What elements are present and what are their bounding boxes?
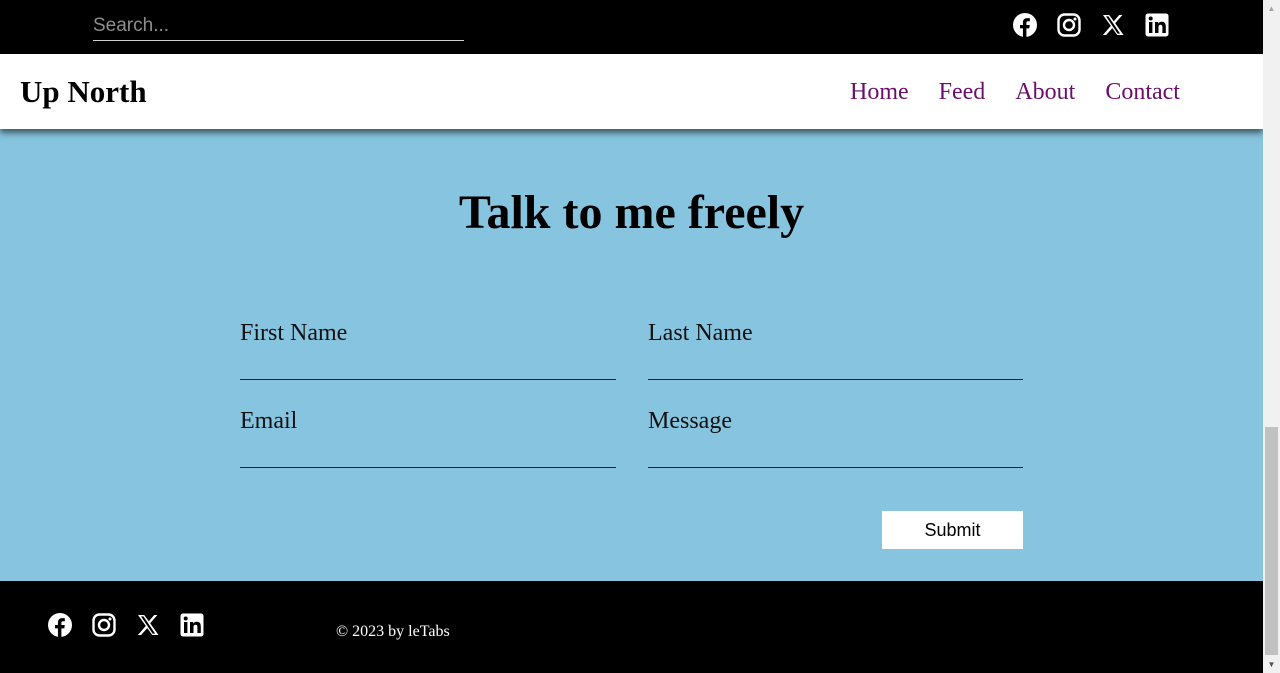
x-icon[interactable] — [1101, 11, 1125, 39]
page: Up North Home Feed About Contact Talk to… — [0, 0, 1263, 673]
page-scrollbar[interactable]: ▲ ▼ — [1263, 0, 1280, 673]
copyright-text: © 2023 by leTabs — [336, 623, 450, 640]
facebook-icon[interactable] — [48, 611, 72, 639]
site-footer: © 2023 by leTabs — [0, 581, 1263, 673]
main-nav: Home Feed About Contact — [850, 79, 1180, 106]
footer-social-links — [48, 611, 204, 639]
scroll-up-arrow-icon[interactable]: ▲ — [1263, 0, 1280, 17]
scroll-down-arrow-icon[interactable]: ▼ — [1263, 656, 1280, 673]
message-label: Message — [648, 408, 732, 434]
top-bar — [0, 0, 1263, 54]
submit-button[interactable]: Submit — [882, 511, 1023, 549]
linkedin-icon[interactable] — [1145, 11, 1169, 39]
site-logo[interactable]: Up North — [20, 74, 147, 110]
first-name-group: First Name — [240, 320, 616, 380]
email-label: Email — [240, 408, 298, 434]
message-group: Message — [648, 408, 1023, 468]
nav-home[interactable]: Home — [850, 79, 909, 106]
nav-about[interactable]: About — [1015, 79, 1075, 106]
instagram-icon[interactable] — [1057, 11, 1081, 39]
last-name-field[interactable] — [648, 350, 1023, 380]
search-input[interactable] — [93, 12, 464, 41]
linkedin-icon[interactable] — [180, 611, 204, 639]
email-group: Email — [240, 408, 616, 468]
top-social-links — [1013, 11, 1169, 39]
first-name-label: First Name — [240, 320, 348, 346]
site-header: Up North Home Feed About Contact — [0, 54, 1263, 129]
message-field[interactable] — [648, 438, 1023, 468]
nav-feed[interactable]: Feed — [939, 79, 986, 106]
scrollbar-thumb[interactable] — [1265, 427, 1278, 655]
nav-contact[interactable]: Contact — [1105, 79, 1180, 106]
contact-section: Talk to me freely First Name Last Name E… — [0, 129, 1263, 581]
page-title: Talk to me freely — [458, 186, 805, 239]
instagram-icon[interactable] — [92, 611, 116, 639]
last-name-label: Last Name — [648, 320, 753, 346]
x-icon[interactable] — [136, 611, 160, 639]
last-name-group: Last Name — [648, 320, 1023, 380]
first-name-field[interactable] — [240, 350, 616, 380]
facebook-icon[interactable] — [1013, 11, 1037, 39]
email-field[interactable] — [240, 438, 616, 468]
